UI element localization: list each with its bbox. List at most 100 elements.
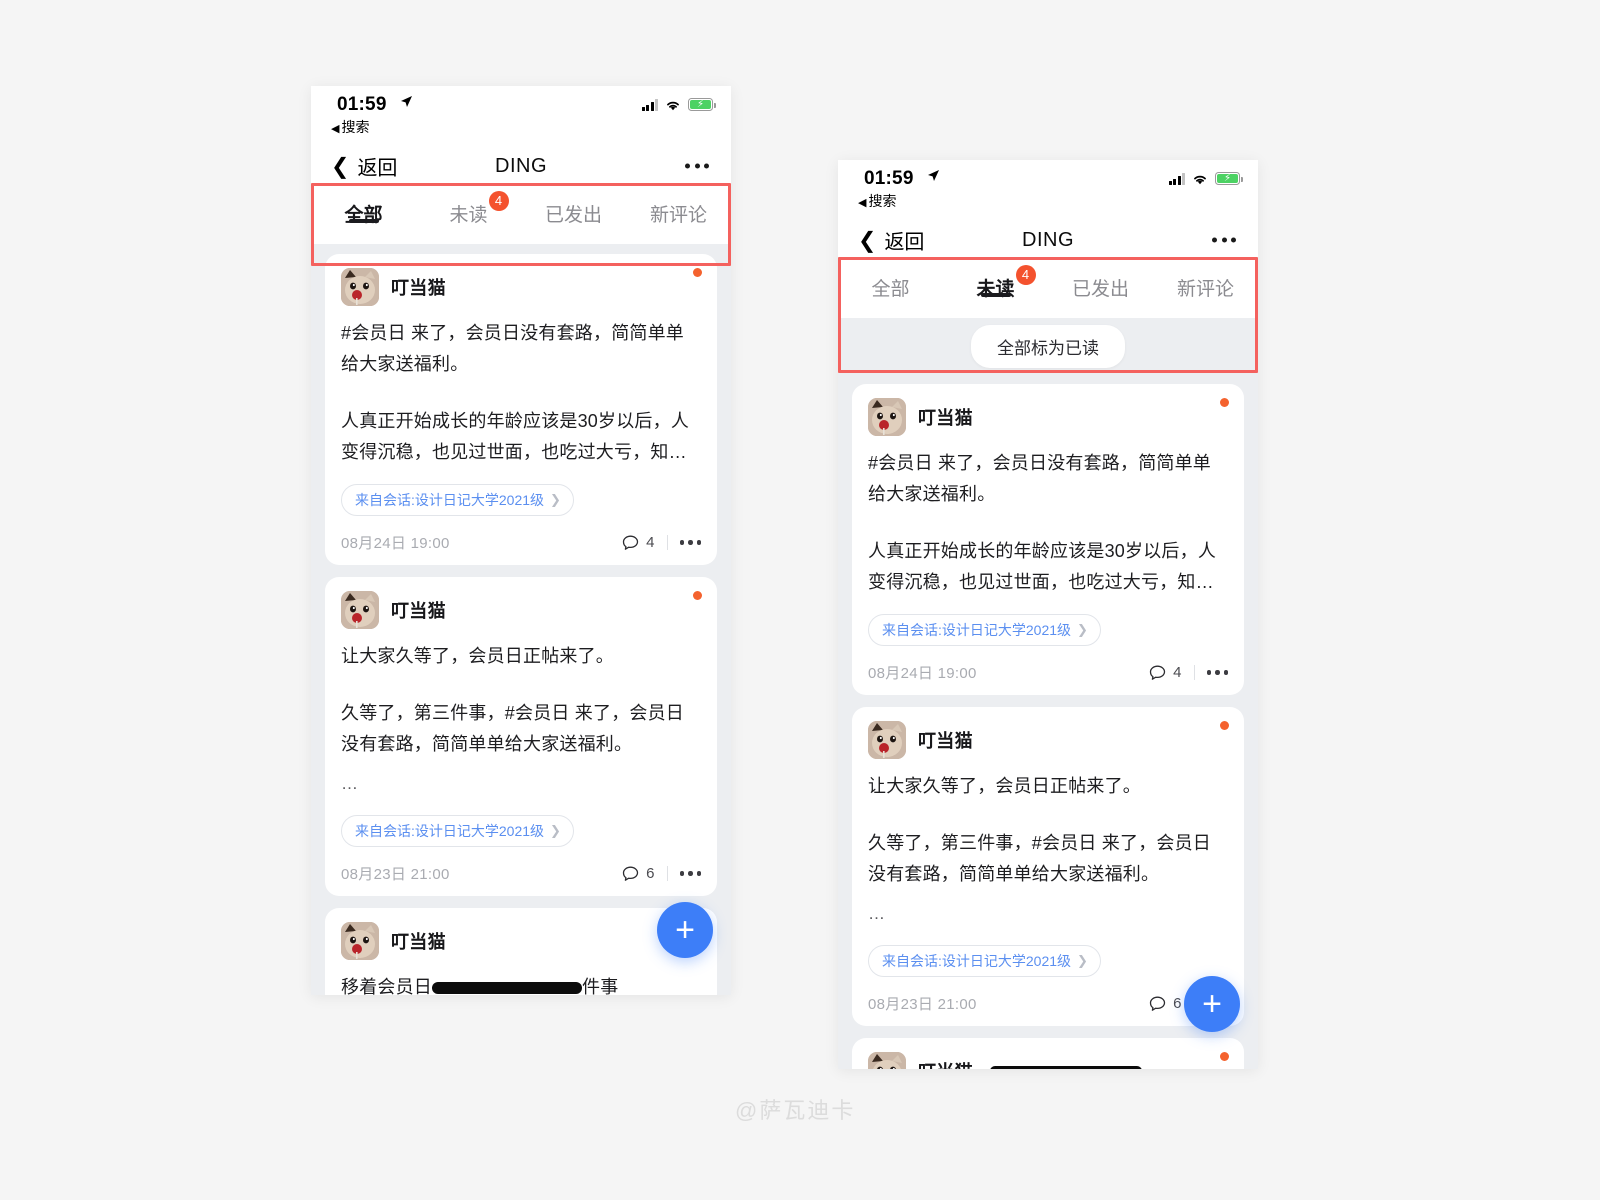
ding-card[interactable]: 叮当猫 (852, 1038, 1244, 1069)
unread-badge: 4 (488, 191, 509, 211)
card-header: 叮当猫 (341, 268, 701, 306)
post-timestamp: 08月23日 21:00 (868, 996, 977, 1013)
comment-count: 4 (1173, 664, 1182, 681)
ding-card[interactable]: 叮当猫 让大家久等了，会员日正帖来了。 久等了，第三件事，#会员日 来了，会员日… (852, 707, 1244, 1026)
more-horizontal-icon[interactable] (679, 871, 701, 876)
card-footer: 08月23日 21:00 6 (868, 993, 1228, 1014)
card-footer: 08月24日 19:00 4 (341, 532, 701, 553)
ding-card[interactable]: 叮当猫 #会员日 来了，会员日没有套路，简简单单给大家送福利。 人真正开始成长的… (325, 254, 717, 565)
cat-avatar-icon[interactable] (341, 922, 379, 960)
nav-bar: ❮ 返回 DING (311, 142, 731, 190)
unread-dot (693, 591, 702, 600)
comment-button[interactable]: 4 (622, 534, 655, 551)
mark-all-read-button[interactable]: 全部标为已读 (971, 324, 1125, 368)
source-conversation-chip[interactable]: 来自会话:设计日记大学2021级 ❯ (868, 614, 1101, 646)
post-author: 叮当猫 (918, 408, 973, 428)
wifi-icon (665, 99, 681, 111)
comment-bubble-icon (622, 866, 639, 882)
comment-count: 6 (1173, 995, 1182, 1012)
chevron-right-icon: ❯ (550, 823, 561, 838)
plus-icon: + (1202, 985, 1222, 1023)
tab-new-comments[interactable]: 新评论 (626, 190, 731, 227)
back-button[interactable]: ❮ 返回 (858, 226, 924, 255)
ding-card[interactable]: 叮当猫 #会员日 来了，会员日没有套路，简简单单给大家送福利。 人真正开始成长的… (852, 384, 1244, 695)
post-paragraph: 人真正开始成长的年龄应该是30岁以后，人变得沉稳，也见过世面，也吃过大亏，知… (341, 411, 690, 462)
ding-card[interactable]: 叮当猫 让大家久等了，会员日正帖来了。 久等了，第三件事，#会员日 来了，会员日… (325, 577, 717, 896)
tab-all[interactable]: 全部 (311, 190, 416, 227)
tab-sent-label: 已发出 (544, 205, 602, 226)
comment-button[interactable]: 6 (622, 865, 655, 882)
phone-mockup-right: 01:59 ◀ 搜索 ⚡ ❮ 返回 DING 全部 未读 4 已发出 新评论 全… (838, 160, 1258, 1069)
cat-avatar-icon[interactable] (868, 721, 906, 759)
tab-active-underline (348, 219, 379, 223)
more-horizontal-icon[interactable] (679, 540, 701, 545)
screenshot-canvas: 01:59 ◀ 搜索 ⚡ ❮ 返回 DING 全部 未读 4 已发出 新评论 叮… (0, 0, 1600, 1200)
unread-dot (1220, 721, 1229, 730)
post-author: 叮当猫 (391, 278, 446, 298)
status-bar-indicators: ⚡ (641, 98, 716, 111)
more-horizontal-icon[interactable] (685, 163, 709, 169)
tab-unread[interactable]: 未读 4 (416, 190, 521, 227)
back-button-label: 返回 (884, 231, 925, 254)
cat-avatar-icon[interactable] (341, 591, 379, 629)
card-header: 叮当猫 (341, 591, 701, 629)
post-author: 叮当猫 (391, 601, 446, 621)
ding-feed-left[interactable]: 叮当猫 #会员日 来了，会员日没有套路，简简单单给大家送福利。 人真正开始成长的… (311, 244, 731, 995)
comment-bubble-icon (1149, 665, 1166, 681)
source-conversation-label: 来自会话:设计日记大学2021级 (882, 622, 1072, 638)
tab-new-comments-label: 新评论 (649, 205, 707, 226)
comment-button[interactable]: 4 (1149, 664, 1182, 681)
source-conversation-chip[interactable]: 来自会话:设计日记大学2021级 ❯ (341, 484, 574, 516)
create-ding-button[interactable]: + (657, 902, 713, 958)
cat-avatar-icon[interactable] (868, 1052, 906, 1069)
page-title: DING (1022, 228, 1074, 251)
status-bar-back-to-app[interactable]: ◀ 搜索 (858, 191, 896, 211)
post-truncation-ellipsis: … (341, 774, 361, 793)
tab-new-comments[interactable]: 新评论 (1153, 264, 1258, 301)
status-bar-indicators: ⚡ (1168, 172, 1243, 185)
status-bar: 01:59 ◀ 搜索 ⚡ (311, 86, 731, 142)
back-app-label: 搜索 (868, 193, 897, 209)
more-horizontal-icon[interactable] (1212, 237, 1236, 243)
source-conversation-chip[interactable]: 来自会话:设计日记大学2021级 ❯ (868, 945, 1101, 977)
source-conversation-label: 来自会话:设计日记大学2021级 (882, 953, 1072, 969)
comment-button[interactable]: 6 (1149, 995, 1182, 1012)
tab-all-label: 全部 (871, 279, 910, 300)
footer-divider (666, 866, 668, 881)
create-ding-button[interactable]: + (1184, 976, 1240, 1032)
battery-charging-icon: ⚡ (1215, 172, 1243, 185)
post-paragraph: 让大家久等了，会员日正帖来了。 (341, 646, 614, 666)
card-header: 叮当猫 (868, 1052, 1228, 1069)
post-author: 叮当猫 (391, 932, 446, 952)
status-bar-back-to-app[interactable]: ◀ 搜索 (331, 117, 369, 137)
post-timestamp: 08月24日 19:00 (341, 535, 450, 552)
location-arrow-icon (927, 169, 940, 186)
nav-bar: ❮ 返回 DING (838, 216, 1258, 264)
phone-mockup-left: 01:59 ◀ 搜索 ⚡ ❮ 返回 DING 全部 未读 4 已发出 新评论 叮… (311, 86, 731, 995)
cat-avatar-icon[interactable] (868, 398, 906, 436)
post-timestamp: 08月23日 21:00 (341, 866, 450, 883)
plus-icon: + (675, 911, 695, 949)
footer-divider (1193, 665, 1195, 680)
tab-sent[interactable]: 已发出 (1048, 264, 1153, 301)
tab-all[interactable]: 全部 (838, 264, 943, 301)
source-conversation-chip[interactable]: 来自会话:设计日记大学2021级 ❯ (341, 815, 574, 847)
cat-avatar-icon[interactable] (341, 268, 379, 306)
footer-divider (666, 535, 668, 550)
chevron-left-icon: ❮ (858, 227, 877, 252)
back-button-label: 返回 (357, 157, 398, 180)
back-button[interactable]: ❮ 返回 (331, 152, 397, 181)
comment-bubble-icon (1149, 996, 1166, 1012)
unread-dot (1220, 1052, 1229, 1061)
post-truncation-ellipsis: … (868, 904, 888, 923)
post-paragraph: #会员日 来了，会员日没有套路，简简单单给大家送福利。 (868, 453, 1212, 504)
post-author: 叮当猫 (918, 1058, 973, 1069)
tab-sent[interactable]: 已发出 (521, 190, 626, 227)
tab-bar-right: 全部 未读 4 已发出 新评论 (838, 264, 1258, 318)
tab-unread[interactable]: 未读 4 (943, 264, 1048, 301)
ding-feed-right[interactable]: 叮当猫 #会员日 来了，会员日没有套路，简简单单给大家送福利。 人真正开始成长的… (838, 374, 1258, 1069)
battery-charging-icon: ⚡ (688, 98, 716, 111)
more-horizontal-icon[interactable] (1206, 670, 1228, 675)
chevron-left-icon: ❮ (331, 153, 350, 178)
chevron-right-icon: ❯ (550, 492, 561, 507)
